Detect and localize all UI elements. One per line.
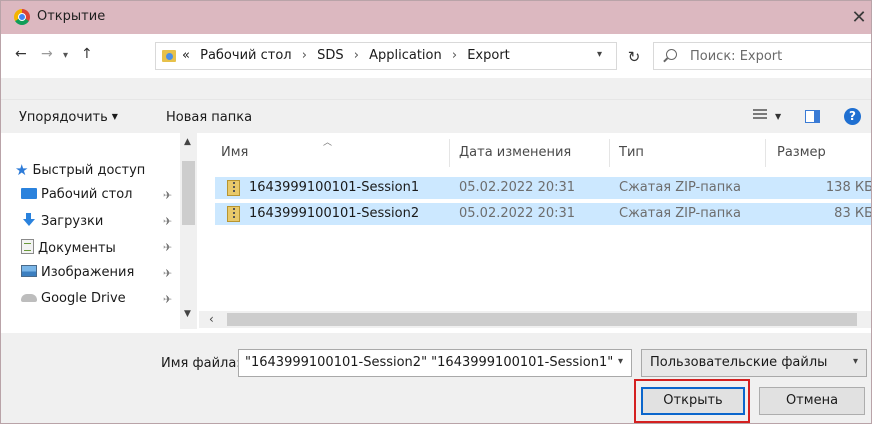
chrome-icon: [14, 9, 30, 25]
recent-locations-button[interactable]: ▾: [63, 50, 68, 61]
desktop-icon: [21, 188, 37, 199]
window-title: Открытие: [37, 9, 106, 24]
view-options-icon[interactable]: [753, 109, 767, 123]
breadcrumb-sds[interactable]: SDS: [317, 48, 344, 63]
scroll-up-icon[interactable]: ▲: [184, 137, 191, 147]
toolbar-top-strip: [1, 78, 871, 99]
file-type: Сжатая ZIP-папка: [619, 180, 742, 195]
images-icon: [21, 265, 37, 277]
file-row[interactable]: 1643999100101-Session2 05.02.2022 20:31 …: [215, 203, 872, 225]
column-divider[interactable]: [609, 139, 610, 167]
sidebar-item-quick-access[interactable]: ★ Быстрый доступ: [15, 161, 145, 183]
navigation-pane: ★ Быстрый доступ Рабочий стол ✈ Загрузки …: [1, 133, 199, 333]
pin-icon: ✈: [163, 215, 173, 228]
up-button[interactable]: ↑: [81, 46, 93, 62]
file-name: 1643999100101-Session2: [249, 206, 420, 221]
sidebar-item-documents[interactable]: Документы ✈: [21, 239, 172, 261]
column-header-type[interactable]: Тип: [619, 145, 644, 160]
sidebar-item-downloads[interactable]: Загрузки ✈: [21, 213, 172, 235]
back-button[interactable]: ←: [15, 46, 27, 62]
dialog-footer: Имя файла: "1643999100101-Session2" "164…: [1, 333, 871, 423]
chevron-down-icon[interactable]: ▾: [618, 356, 623, 367]
address-dropdown-icon[interactable]: ▾: [597, 49, 602, 60]
navigation-bar: ← → ▾ ↑ « Рабочий стол › SDS › Applicati…: [1, 34, 871, 78]
breadcrumb: « Рабочий стол › SDS › Application › Exp…: [182, 48, 510, 63]
breadcrumb-separator[interactable]: ›: [452, 48, 457, 63]
search-input[interactable]: Поиск: Export: [653, 42, 871, 70]
pin-icon: ✈: [163, 293, 173, 306]
column-header-size[interactable]: Размер: [777, 145, 826, 160]
preview-pane-icon[interactable]: [805, 110, 820, 123]
zip-folder-icon: [227, 180, 240, 196]
breadcrumb-export[interactable]: Export: [467, 48, 510, 63]
breadcrumb-application[interactable]: Application: [369, 48, 442, 63]
filename-input[interactable]: "1643999100101-Session2" "1643999100101-…: [238, 349, 632, 377]
cancel-button[interactable]: Отмена: [759, 387, 865, 415]
search-icon: [666, 49, 677, 60]
sidebar-item-images[interactable]: Изображения ✈: [21, 265, 172, 287]
filetype-value: Пользовательские файлы: [650, 355, 828, 370]
sidebar-item-label: Загрузки: [41, 214, 104, 229]
forward-button[interactable]: →: [41, 46, 53, 62]
pin-icon: ✈: [163, 189, 173, 202]
breadcrumb-separator[interactable]: ›: [354, 48, 359, 63]
sidebar-item-label: Документы: [38, 241, 116, 256]
refresh-button[interactable]: ↻: [623, 48, 645, 70]
sidebar-item-label: Изображения: [41, 265, 135, 280]
folder-location-icon: [162, 50, 176, 62]
chevron-down-icon[interactable]: ▼: [775, 112, 781, 121]
sidebar-item-google-drive[interactable]: Google Drive ✈: [21, 291, 172, 313]
breadcrumb-desktop[interactable]: Рабочий стол: [200, 48, 291, 63]
close-button[interactable]: ✕: [845, 1, 871, 34]
column-header-date[interactable]: Дата изменения: [459, 145, 571, 160]
column-divider[interactable]: [765, 139, 766, 167]
navigation-pane-scrollbar[interactable]: ▲ ▼: [180, 133, 197, 329]
file-type: Сжатая ZIP-папка: [619, 206, 742, 221]
scroll-left-icon[interactable]: ‹: [209, 312, 214, 326]
drive-icon: [21, 294, 37, 302]
open-file-dialog: Открытие ✕ ← → ▾ ↑ « Рабочий стол › SDS …: [0, 0, 872, 424]
column-divider[interactable]: [449, 139, 450, 167]
file-list-horizontal-scrollbar[interactable]: ‹: [199, 311, 871, 328]
organize-button[interactable]: Упорядочить ▼: [19, 110, 118, 125]
column-header-name[interactable]: Имя: [221, 145, 248, 160]
scroll-down-icon[interactable]: ▼: [184, 309, 191, 319]
help-icon[interactable]: ?: [844, 108, 861, 125]
chevron-down-icon[interactable]: ▾: [853, 356, 858, 367]
sort-ascending-icon: ︿: [323, 138, 333, 148]
sidebar-item-desktop[interactable]: Рабочий стол ✈: [21, 187, 172, 209]
scrollbar-thumb[interactable]: [182, 161, 195, 225]
filename-label: Имя файла:: [161, 356, 241, 371]
file-name: 1643999100101-Session1: [249, 180, 420, 195]
file-date: 05.02.2022 20:31: [459, 206, 576, 221]
pin-icon: ✈: [163, 241, 173, 254]
organize-label: Упорядочить: [19, 110, 108, 125]
chevron-down-icon: ▼: [111, 112, 118, 121]
sidebar-item-label: Google Drive: [41, 291, 126, 306]
zip-folder-icon: [227, 206, 240, 222]
filename-value: "1643999100101-Session2" "1643999100101-…: [245, 355, 614, 370]
search-placeholder: Поиск: Export: [690, 49, 783, 64]
filetype-select[interactable]: Пользовательские файлы ▾: [641, 349, 867, 377]
file-date: 05.02.2022 20:31: [459, 180, 576, 195]
sidebar-item-label: Рабочий стол: [41, 187, 133, 202]
pin-icon: ✈: [163, 267, 173, 280]
address-bar[interactable]: « Рабочий стол › SDS › Application › Exp…: [155, 42, 617, 70]
file-size: 138 КБ: [825, 180, 872, 195]
file-row[interactable]: 1643999100101-Session1 05.02.2022 20:31 …: [215, 177, 872, 199]
open-button[interactable]: Открыть: [641, 387, 745, 415]
title-bar: Открытие ✕: [1, 1, 871, 34]
toolbar: Упорядочить ▼ Новая папка ▼ ?: [1, 99, 871, 133]
sidebar-item-label: Быстрый доступ: [32, 163, 146, 178]
documents-icon: [21, 239, 34, 254]
breadcrumb-separator[interactable]: ›: [302, 48, 307, 63]
breadcrumb-prefix[interactable]: «: [182, 48, 190, 63]
star-icon: ★: [15, 161, 29, 179]
scrollbar-thumb[interactable]: [227, 313, 857, 326]
new-folder-button[interactable]: Новая папка: [166, 110, 252, 125]
file-list: ︿ Имя Дата изменения Тип Размер 16439991…: [199, 133, 872, 333]
file-size: 83 КБ: [834, 206, 872, 221]
download-icon: [21, 213, 37, 227]
